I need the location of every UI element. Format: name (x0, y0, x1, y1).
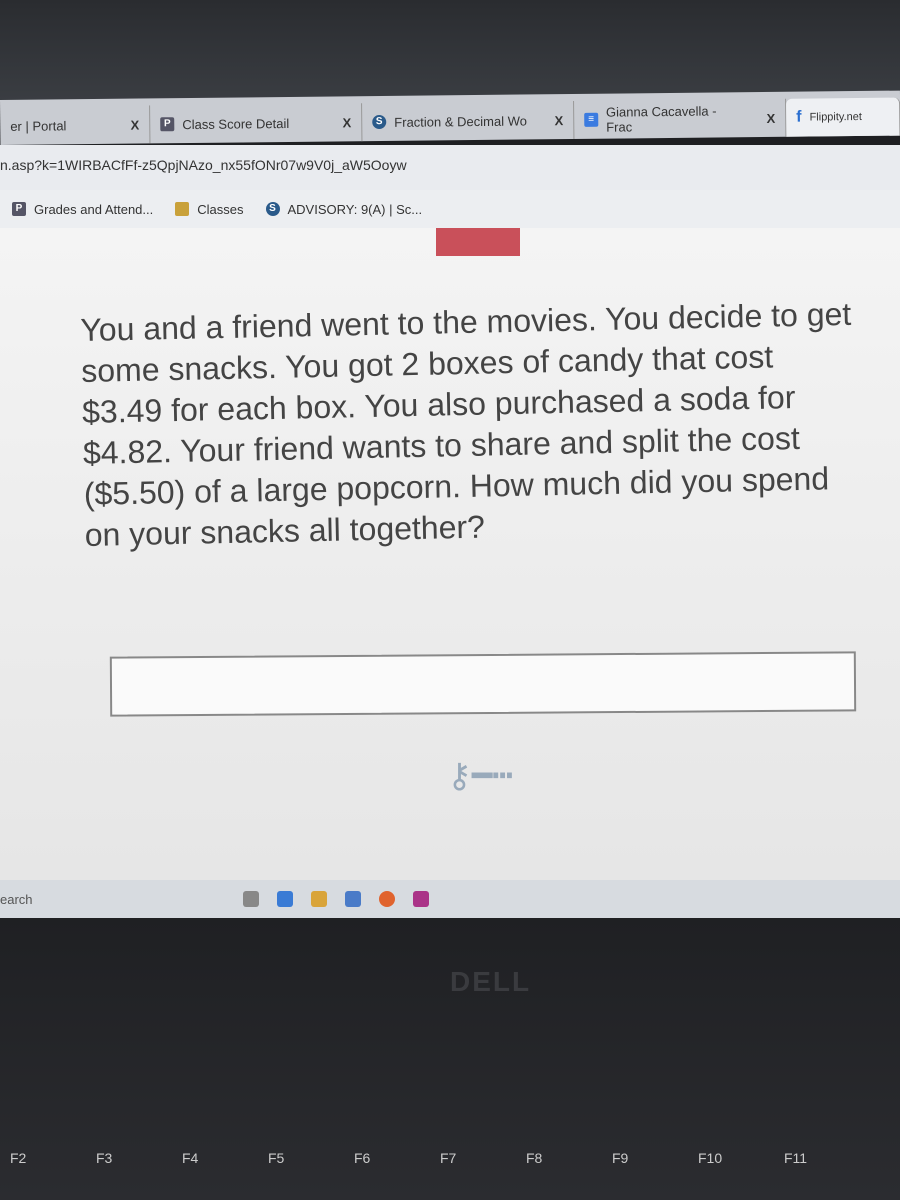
tab-class-score-detail[interactable]: P Class Score Detail X (150, 103, 363, 144)
chrome-icon[interactable] (378, 891, 395, 907)
key-f9[interactable]: F9 (602, 1150, 688, 1166)
close-icon[interactable]: X (329, 115, 352, 130)
key-f11[interactable]: F11 (774, 1150, 860, 1166)
tab-label: Class Score Detail (182, 115, 290, 132)
question-text: You and a friend went to the movies. You… (80, 295, 852, 553)
key-f6[interactable]: F6 (344, 1150, 430, 1166)
laptop-body: DELL F2 F3 F4 F5 F6 F7 F8 F9 F10 F11 (0, 918, 900, 1200)
key-f2[interactable]: F2 (0, 1150, 86, 1166)
powerschool-icon: P (160, 117, 175, 132)
address-bar[interactable]: n.asp?k=1WIRBACfFf-z5QpjNAzo_nx55fONr07w… (0, 145, 900, 190)
powerschool-icon: P (12, 202, 26, 216)
tab-fraction-decimal[interactable]: S Fraction & Decimal Wo X (362, 100, 575, 142)
bookmark-grades[interactable]: P Grades and Attend... (12, 202, 153, 217)
edge-icon[interactable] (344, 891, 361, 907)
app-icon[interactable] (412, 891, 429, 907)
taskbar-search[interactable]: earch (0, 892, 33, 907)
bookmark-advisory[interactable]: S ADVISORY: 9(A) | Sc... (265, 201, 423, 217)
tab-label: Flippity.net (809, 110, 862, 124)
screen-bezel (0, 0, 900, 100)
bookmark-classes[interactable]: Classes (175, 201, 244, 217)
google-docs-icon: ≡ (584, 112, 599, 127)
store-icon[interactable] (310, 891, 327, 907)
key-f3[interactable]: F3 (86, 1150, 172, 1166)
close-icon[interactable]: X (117, 117, 140, 132)
key-f5[interactable]: F5 (258, 1150, 344, 1166)
schoology-icon: S (372, 114, 387, 130)
url-text: n.asp?k=1WIRBACfFf-z5QpjNAzo_nx55fONr07w… (0, 157, 407, 173)
tab-label: er | Portal (10, 117, 67, 134)
flippity-icon: f (796, 108, 802, 126)
key-f10[interactable]: F10 (688, 1150, 774, 1166)
file-explorer-icon[interactable] (276, 891, 293, 907)
classroom-icon (175, 202, 190, 216)
close-icon[interactable]: X (540, 113, 563, 128)
key-f7[interactable]: F7 (430, 1150, 516, 1166)
function-keys: F2 F3 F4 F5 F6 F7 F8 F9 F10 F11 (0, 1150, 900, 1166)
tab-bar: er | Portal X P Class Score Detail X S Fract… (0, 90, 900, 145)
key-f8[interactable]: F8 (516, 1150, 602, 1166)
close-icon[interactable]: X (752, 110, 775, 125)
tab-flippity[interactable]: f Flippity.net (786, 97, 900, 137)
bookmarks-bar: P Grades and Attend... Classes S ADVISORY:… (0, 190, 900, 228)
schoology-icon: S (265, 202, 280, 216)
key-f4[interactable]: F4 (172, 1150, 258, 1166)
task-view-icon[interactable] (242, 891, 259, 907)
key-icon[interactable]: ⚷━┅ (447, 756, 513, 796)
tab-google-doc[interactable]: ≡ Gianna Cacavella - Frac X (574, 98, 787, 139)
bookmark-label: Grades and Attend... (34, 201, 154, 217)
page-content: You and a friend went to the movies. You… (0, 228, 900, 880)
bookmark-label: ADVISORY: 9(A) | Sc... (287, 201, 423, 217)
bookmark-label: Classes (197, 201, 244, 217)
tab-label: Fraction & Decimal Wo (394, 112, 528, 130)
tab-portal[interactable]: er | Portal X (0, 105, 151, 145)
dell-logo: DELL (450, 966, 532, 997)
answer-input[interactable] (109, 651, 857, 717)
tab-label: Gianna Cacavella - Frac (605, 103, 717, 135)
taskbar: earch (0, 880, 900, 918)
question-number-badge[interactable] (436, 228, 520, 256)
